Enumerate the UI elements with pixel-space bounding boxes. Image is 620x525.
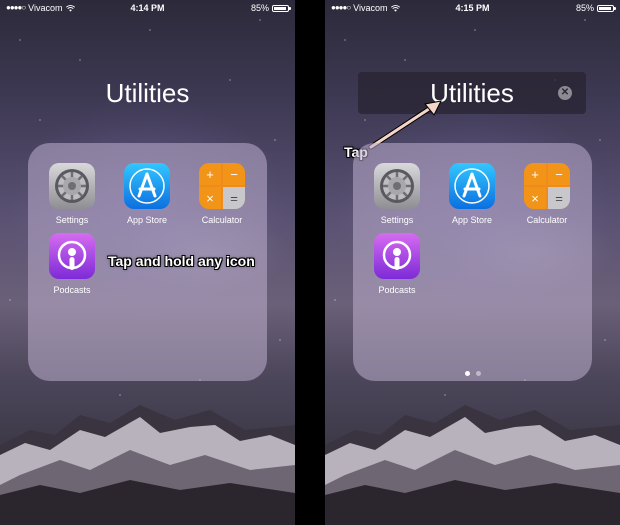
settings-icon [374,163,420,209]
folder-title[interactable]: Utilities [0,78,295,109]
app-settings[interactable]: Settings [40,163,104,225]
settings-icon [49,163,95,209]
battery-icon [272,4,291,12]
podcasts-icon [374,233,420,279]
status-bar: ●●●●○ Vivacom 4:15 PM 85% [325,0,620,16]
app-calculator[interactable]: + − × = Calculator [515,163,579,225]
mountain-wallpaper [325,405,620,525]
page-indicator[interactable] [353,371,592,376]
app-label: App Store [126,215,168,225]
screen-left: ●●●●○ Vivacom 4:14 PM 85% Utilities Sett… [0,0,295,525]
screen-right: ●●●●○ Vivacom 4:15 PM 85% Utilities ✕ Ta… [325,0,620,525]
app-label: Podcasts [53,285,91,295]
battery-percent: 85% [250,3,269,13]
app-app-store[interactable]: App Store [440,163,504,225]
calculator-icon: + − × = [524,163,570,209]
folder-panel: Settings App Store + − × = Calculator Po… [353,143,592,381]
app-label: Calculator [201,215,243,225]
app-label: Settings [380,215,414,225]
page-dot[interactable] [464,371,470,376]
divider [295,0,325,525]
clear-text-icon[interactable]: ✕ [558,86,572,100]
podcasts-icon [49,233,95,279]
annotation-tap-and-hold: Tap and hold any icon [108,253,255,269]
app-label: Settings [55,215,89,225]
battery-icon [597,4,616,12]
mountain-wallpaper [0,405,295,525]
app-label: App Store [451,215,493,225]
calculator-icon: + − × = [199,163,245,209]
app-store-icon [449,163,495,209]
app-settings[interactable]: Settings [365,163,429,225]
battery-percent: 85% [575,3,594,13]
app-store-icon [124,163,170,209]
app-podcasts[interactable]: Podcasts [40,233,104,295]
page-dot[interactable] [475,371,481,376]
app-podcasts[interactable]: Podcasts [365,233,429,295]
app-calculator[interactable]: + − × = Calculator [190,163,254,225]
app-app-store[interactable]: App Store [115,163,179,225]
app-label: Podcasts [378,285,416,295]
app-label: Calculator [526,215,568,225]
status-bar: ●●●●○ Vivacom 4:14 PM 85% [0,0,295,16]
